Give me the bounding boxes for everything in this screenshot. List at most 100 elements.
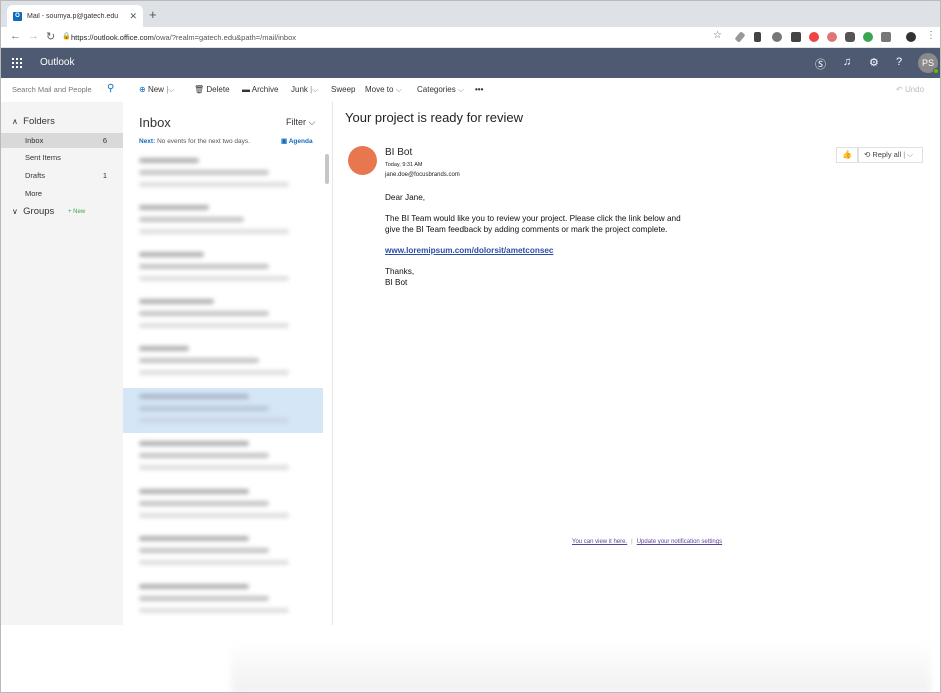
body-line-2: give the BI Team feedback by adding comm…: [385, 225, 668, 234]
calendar-icon: ▣: [281, 138, 288, 145]
junk-label: Junk: [291, 85, 308, 94]
eyedropper-ext-icon[interactable]: [734, 31, 746, 43]
menu-kebab-icon[interactable]: ⋮: [926, 30, 936, 41]
chevron-down-icon: ∨: [12, 207, 18, 216]
folders-header[interactable]: ∧ Folders: [12, 116, 55, 127]
chevron-up-icon: ∧: [12, 117, 18, 126]
undo-label: Undo: [904, 85, 925, 94]
list-item[interactable]: [123, 152, 323, 197]
message-subject: Your project is ready for review: [345, 110, 523, 125]
next-text: No events for the next two days.: [157, 138, 250, 145]
like-button[interactable]: 👍: [836, 147, 858, 163]
filter-label: Filter: [286, 117, 306, 127]
thumbs-up-icon: 👍: [842, 150, 852, 159]
skype-icon[interactable]: Ⓢ: [815, 56, 826, 72]
browser-tab[interactable]: O Mail - soumya.p@gatech.edu ✕: [7, 5, 143, 27]
command-bar: Search Mail and People ⚲ ⊕ New |⌵ 🗑 Dele…: [1, 78, 940, 102]
junk-button[interactable]: Junk |⌵: [291, 85, 318, 95]
app-name[interactable]: Outlook: [40, 57, 74, 68]
ext-icon[interactable]: [881, 32, 891, 42]
bell-icon[interactable]: ♫: [843, 56, 851, 68]
tab-bar: O Mail - soumya.p@gatech.edu ✕ +: [1, 1, 940, 27]
folder-count: 1: [102, 171, 107, 180]
folder-label: Sent Items: [25, 153, 61, 162]
screenshot-ext-icon[interactable]: [791, 32, 801, 42]
list-item[interactable]: [123, 199, 323, 244]
notification-settings-link[interactable]: Update your notification settings: [637, 539, 722, 545]
body-line-1: The BI Team would like you to review you…: [385, 214, 681, 223]
opera-ext-icon[interactable]: [809, 32, 819, 42]
message-date: Today, 9:31 AM: [385, 162, 423, 168]
folder-item-drafts[interactable]: Drafts: [25, 171, 45, 180]
project-link[interactable]: www.loremipsum.com/dolorsit/ametconsec: [385, 245, 554, 256]
move-to-button[interactable]: Move to ⌵: [365, 85, 402, 95]
recipient-email[interactable]: jane.doe@focusbrands.com: [385, 172, 460, 178]
forward-icon[interactable]: →: [28, 30, 39, 42]
search-input[interactable]: Search Mail and People: [12, 85, 92, 94]
next-events: Next: No events for the next two days.: [139, 138, 250, 145]
bookmark-star-icon[interactable]: ☆: [713, 30, 722, 41]
scrollbar[interactable]: [325, 154, 329, 184]
sender-name[interactable]: BI Bot: [385, 147, 412, 158]
help-icon[interactable]: ?: [896, 56, 902, 68]
groups-header[interactable]: ∨ Groups: [12, 206, 54, 217]
ext-icon[interactable]: [772, 32, 782, 42]
tab-title: Mail - soumya.p@gatech.edu: [27, 12, 119, 20]
reply-all-button[interactable]: ⟲ Reply all | ⌵: [858, 147, 923, 163]
folders-label: Folders: [23, 116, 55, 127]
folder-count: 6: [102, 136, 107, 145]
grammarly-ext-icon[interactable]: [863, 32, 873, 42]
pin-ext-icon[interactable]: [754, 32, 761, 42]
move-to-label: Move to: [365, 85, 394, 94]
agenda-button[interactable]: ▣ Agenda: [281, 137, 313, 145]
folder-item-more[interactable]: More: [25, 189, 42, 198]
next-label: Next:: [139, 138, 156, 145]
browser-window: O Mail - soumya.p@gatech.edu ✕ + ← → ↻ 🔒…: [0, 0, 941, 693]
list-item-selected[interactable]: [123, 388, 323, 433]
plus-icon: ⊕: [139, 85, 146, 94]
folder-label: Drafts: [25, 171, 46, 180]
list-item[interactable]: [123, 246, 323, 291]
address-bar: ← → ↻ 🔒 https://outlook.office.com/owa/?…: [1, 27, 940, 48]
list-item[interactable]: [123, 340, 323, 385]
profile-icon[interactable]: [906, 32, 916, 42]
list-item[interactable]: [123, 293, 323, 338]
list-item[interactable]: [123, 530, 323, 575]
new-button[interactable]: ⊕ New |⌵: [139, 85, 174, 95]
delete-button[interactable]: 🗑 Delete: [194, 85, 230, 94]
gear-icon[interactable]: ⚙: [869, 56, 879, 69]
undo-button[interactable]: ↶ Undo: [896, 85, 924, 94]
list-item[interactable]: [123, 483, 323, 528]
message-list: Inbox Filter ⌵ Next: No events for the n…: [123, 102, 333, 625]
folder-item-sent-items[interactable]: Sent Items: [25, 153, 61, 162]
url-field[interactable]: https://outlook.office.com/owa/?realm=ga…: [71, 33, 296, 42]
list-item[interactable]: [123, 578, 323, 623]
avatar[interactable]: PS: [918, 53, 939, 74]
reading-pane: Your project is ready for review BI Bot …: [333, 102, 940, 625]
agenda-label: Agenda: [288, 138, 313, 145]
greeting: Dear Jane,: [385, 193, 426, 202]
suite-bar: Outlook Ⓢ ♫ ⚙ ? PS: [1, 48, 940, 78]
filter-button[interactable]: Filter ⌵: [286, 117, 315, 128]
avatar-initials: PS: [921, 58, 934, 68]
url-host: https://outlook.office.com: [71, 33, 154, 42]
categories-button[interactable]: Categories ⌵: [417, 85, 464, 95]
sweep-button[interactable]: Sweep: [331, 85, 355, 94]
url-path: /owa/?realm=gatech.edu&path=/mail/inbox: [153, 33, 297, 42]
close-tab-icon[interactable]: ✕: [129, 11, 137, 22]
search-icon[interactable]: ⚲: [107, 83, 114, 94]
new-tab-button[interactable]: +: [149, 7, 157, 22]
archive-button[interactable]: ▬ Archive: [242, 85, 278, 94]
new-label: New: [147, 85, 164, 94]
list-item[interactable]: [123, 435, 323, 480]
new-group-button[interactable]: + New: [68, 209, 85, 215]
view-it-here-link[interactable]: You can view it here.: [572, 539, 627, 545]
more-actions-button[interactable]: •••: [475, 85, 483, 94]
outlook-favicon-icon: O: [13, 11, 22, 21]
ext-icon[interactable]: [827, 32, 837, 42]
reload-icon[interactable]: ↻: [46, 30, 55, 43]
back-icon[interactable]: ←: [10, 30, 21, 42]
ext-icon[interactable]: [845, 32, 855, 42]
app-launcher-icon[interactable]: [12, 58, 22, 68]
sender-avatar[interactable]: [348, 146, 377, 175]
